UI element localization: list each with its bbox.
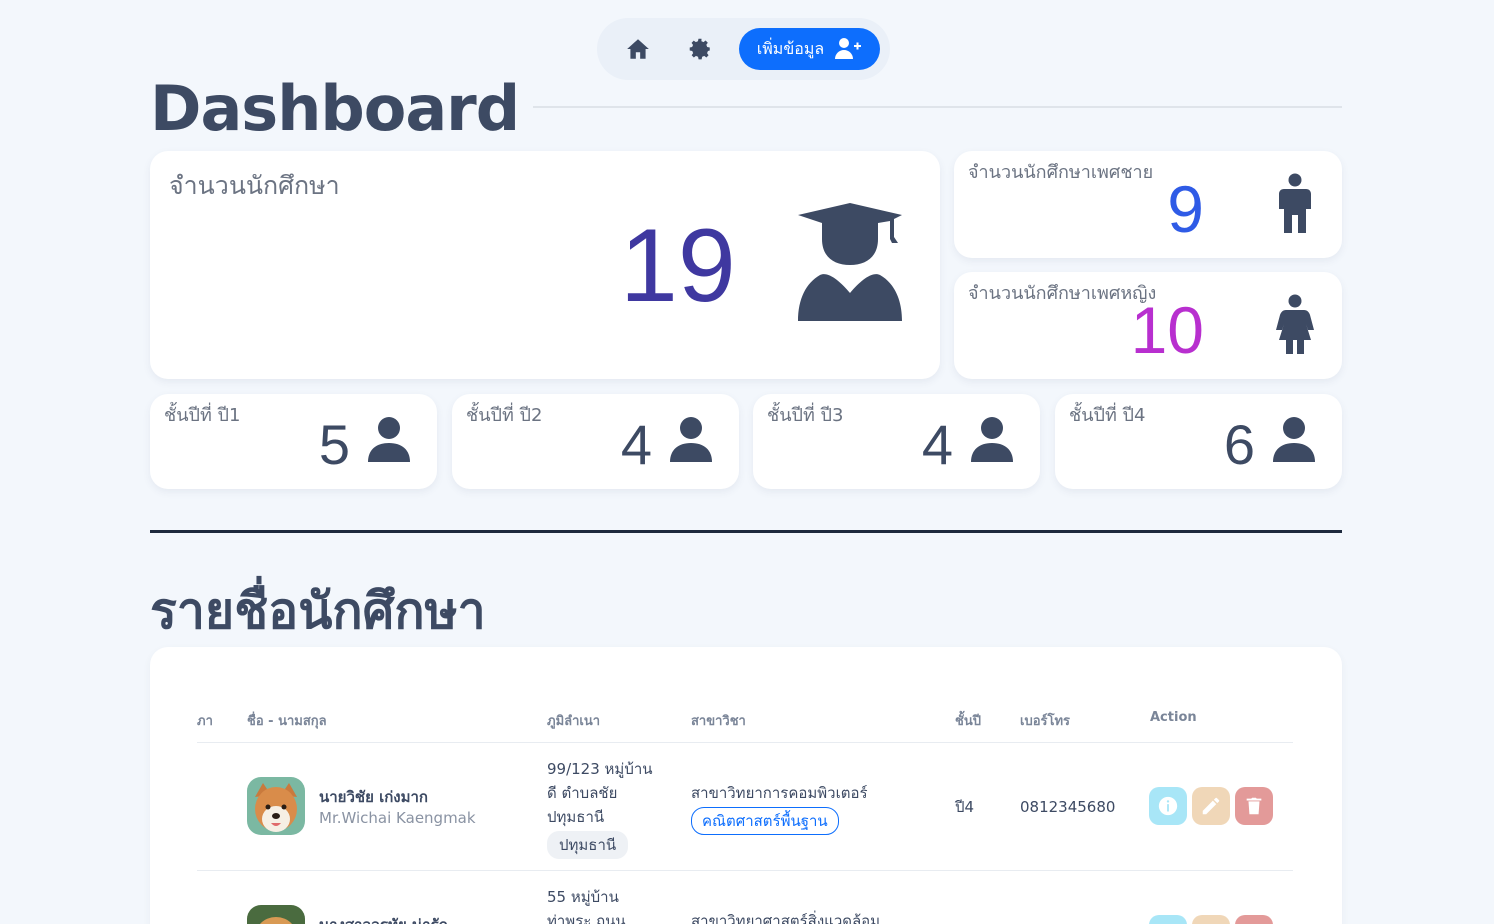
add-data-label: เพิ่มข้อมูล bbox=[756, 38, 825, 58]
male-icon bbox=[1274, 173, 1316, 235]
graduate-icon bbox=[798, 203, 902, 321]
student-name-th: นายวิชัย เก่งมาก bbox=[319, 788, 429, 806]
year-1-label: ชั้นปีที่ ปี1 bbox=[164, 405, 241, 426]
user-icon bbox=[368, 416, 410, 464]
col-header-major[interactable]: สาขาวิชา bbox=[691, 710, 746, 731]
male-students-card: จำนวนนักศึกษาเพศชาย 9 bbox=[954, 151, 1342, 258]
home-button[interactable] bbox=[607, 26, 669, 72]
col-header-year[interactable]: ชั้นปี bbox=[955, 710, 981, 731]
total-students-card: จำนวนนักศึกษา 19 bbox=[150, 151, 940, 379]
info-icon bbox=[1158, 796, 1178, 816]
trash-icon bbox=[1246, 797, 1262, 815]
settings-button[interactable] bbox=[669, 26, 731, 72]
year-1-value: 5 bbox=[318, 413, 350, 476]
student-address-line-3: ปทุมธานี bbox=[547, 808, 605, 826]
students-table: ภา ชื่อ - นามสกุล ภูมิลำเนา สาขาวิชา ชั้… bbox=[150, 647, 1342, 924]
year-2-value: 4 bbox=[620, 413, 652, 476]
col-header-action: Action bbox=[1150, 710, 1197, 725]
female-icon bbox=[1274, 294, 1316, 356]
top-nav: เพิ่มข้อมูล bbox=[597, 18, 890, 80]
user-plus-icon bbox=[835, 38, 862, 59]
student-address-line-2: ท่าพระ ถนน bbox=[547, 912, 626, 924]
info-button[interactable] bbox=[1149, 915, 1187, 924]
header-divider bbox=[197, 742, 1293, 743]
year-4-label: ชั้นปีที่ ปี4 bbox=[1069, 405, 1146, 426]
student-address-line-1: 55 หมู่บ้าน bbox=[547, 888, 619, 906]
section-divider bbox=[150, 530, 1342, 533]
faculty-badge: คณิตศาสตร์พื้นฐาน bbox=[691, 807, 839, 835]
total-students-label: จำนวนนักศึกษา bbox=[169, 171, 340, 200]
year-3-value: 4 bbox=[921, 413, 953, 476]
students-section-title: รายชื่อนักศึกษา bbox=[150, 582, 486, 640]
info-button[interactable] bbox=[1149, 787, 1187, 825]
delete-button[interactable] bbox=[1235, 787, 1273, 825]
female-students-card: จำนวนนักศึกษาเพศหญิง 10 bbox=[954, 272, 1342, 379]
user-icon bbox=[670, 416, 712, 464]
year-4-value: 6 bbox=[1223, 413, 1255, 476]
male-students-value: 9 bbox=[1167, 172, 1204, 246]
user-icon bbox=[1273, 416, 1315, 464]
col-header-name[interactable]: ชื่อ - นามสกุล bbox=[247, 710, 327, 731]
page-title: Dashboard bbox=[150, 72, 520, 145]
delete-button[interactable] bbox=[1235, 915, 1273, 924]
avatar bbox=[247, 905, 305, 924]
year-4-card: ชั้นปีที่ ปี4 6 bbox=[1055, 394, 1342, 489]
add-data-button[interactable]: เพิ่มข้อมูล bbox=[739, 28, 880, 70]
student-name-th: นางสาวอรทัย น่ารัก bbox=[319, 913, 448, 924]
pencil-icon bbox=[1202, 797, 1220, 815]
year-3-label: ชั้นปีที่ ปี3 bbox=[767, 405, 844, 426]
gear-icon bbox=[689, 38, 710, 60]
user-icon bbox=[971, 416, 1013, 464]
student-major: สาขาวิทยาการคอมพิวเตอร์ bbox=[691, 784, 868, 802]
edit-button[interactable] bbox=[1192, 787, 1230, 825]
title-divider bbox=[533, 106, 1342, 108]
year-2-card: ชั้นปีที่ ปี2 4 bbox=[452, 394, 739, 489]
student-address-line-2: ดี ตำบลชัย bbox=[547, 784, 618, 802]
year-2-label: ชั้นปีที่ ปี2 bbox=[466, 405, 543, 426]
col-header-phone[interactable]: เบอร์โทร bbox=[1020, 710, 1070, 731]
year-3-card: ชั้นปีที่ ปี3 4 bbox=[753, 394, 1040, 489]
avatar bbox=[247, 777, 305, 835]
row-divider bbox=[197, 870, 1293, 871]
student-major: สาขาวิทยาศาสตร์สิ่งแวดล้อม bbox=[691, 912, 881, 924]
student-address-line-1: 99/123 หมู่บ้าน bbox=[547, 760, 653, 778]
col-header-hometown[interactable]: ภูมิลำเนา bbox=[547, 710, 600, 731]
student-phone: 0812345680 bbox=[1020, 798, 1116, 816]
female-students-value: 10 bbox=[1130, 293, 1204, 367]
edit-button[interactable] bbox=[1192, 915, 1230, 924]
home-icon bbox=[627, 39, 649, 59]
student-name-en: Mr.Wichai Kaengmak bbox=[319, 809, 476, 827]
province-badge: ปทุมธานี bbox=[547, 831, 629, 859]
total-students-value: 19 bbox=[620, 208, 736, 324]
student-year: ปี4 bbox=[955, 798, 975, 816]
year-1-card: ชั้นปีที่ ปี1 5 bbox=[150, 394, 437, 489]
col-header-index: ภา bbox=[197, 714, 213, 729]
